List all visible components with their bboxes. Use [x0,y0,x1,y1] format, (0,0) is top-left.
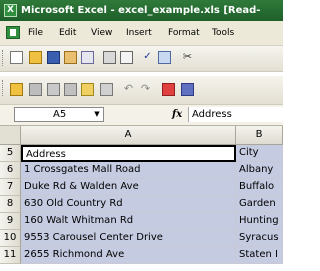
toolbar-grip[interactable] [2,50,6,66]
function-icon[interactable]: fx [172,107,182,122]
column-header-b[interactable]: B [236,126,283,145]
formula-input[interactable]: Address [188,107,283,122]
row-header[interactable]: 10 [0,230,21,247]
cell-a10[interactable]: 9553 Carousel Center Drive [21,230,236,247]
standard-toolbar: ✓ ✂ [0,46,283,72]
menu-tools[interactable]: Tools [212,26,234,40]
row-header[interactable]: 5 [0,145,21,162]
menu-file[interactable]: File [28,26,43,40]
email-icon[interactable] [81,51,94,64]
cell-b8[interactable]: Garden [236,196,283,213]
menu-format[interactable]: Format [168,26,200,40]
table-row: 5 Address City [0,145,283,162]
new-icon[interactable] [10,51,23,64]
folder-icon[interactable] [10,83,23,96]
title-bar: X Microsoft Excel - excel_example.xls [R… [0,0,283,21]
cell-b11[interactable]: Staten I [236,247,283,264]
cell-b10[interactable]: Syracus [236,230,283,247]
menu-view[interactable]: View [91,26,112,40]
formula-content: Address [192,109,232,120]
cell-b7[interactable]: Buffalo [236,179,283,196]
save-icon[interactable] [47,51,60,64]
menu-edit[interactable]: Edit [59,26,76,40]
row-header[interactable]: 7 [0,179,21,196]
menu-bar: File Edit View Insert Format Tools [0,21,283,46]
select-all-corner[interactable] [0,126,21,145]
connection-icon[interactable] [81,83,94,96]
cell-a6[interactable]: 1 Crossgates Mall Road [21,162,236,179]
permission-icon[interactable] [64,51,77,64]
table-row: 9 160 Walt Whitman Rd Hunting [0,213,283,230]
name-box-value: A5 [53,109,67,120]
window-title: Microsoft Excel - excel_example.xls [Rea… [21,5,261,16]
cut-icon[interactable]: ✂ [181,51,194,64]
spelling-icon[interactable]: ✓ [141,51,154,64]
table-row: 8 630 Old Country Rd Garden [0,196,283,213]
table-row: 6 1 Crossgates Mall Road Albany [0,162,283,179]
row-header[interactable]: 9 [0,213,21,230]
redo-icon[interactable]: ↷ [139,83,152,96]
undo-icon[interactable]: ↶ [122,83,135,96]
workbook-control-icon[interactable] [6,26,20,39]
table-row: 10 9553 Carousel Center Drive Syracus [0,230,283,247]
table-row: 11 2655 Richmond Ave Staten I [0,247,283,264]
cell-a7[interactable]: Duke Rd & Walden Ave [21,179,236,196]
cell-b9[interactable]: Hunting [236,213,283,230]
query-icon[interactable] [100,83,113,96]
table-row: 7 Duke Rd & Walden Ave Buffalo [0,179,283,196]
toolbar-grip-2[interactable] [2,80,6,96]
cell-a8[interactable]: 630 Old Country Rd [21,196,236,213]
excel-app-icon[interactable]: X [4,4,17,17]
name-box[interactable]: A5 ▼ [14,107,104,122]
excel-window: X Microsoft Excel - excel_example.xls [R… [0,0,283,271]
sheet-icon[interactable] [47,83,60,96]
formula-bar: A5 ▼ fx Address [0,105,283,126]
row-header[interactable]: 6 [0,162,21,179]
open-icon[interactable] [29,51,42,64]
print-preview-icon[interactable] [120,51,133,64]
research-icon[interactable] [158,51,171,64]
cell-a5[interactable]: Address [21,145,236,162]
chart-icon[interactable] [162,83,175,96]
workbook-icon[interactable] [29,83,42,96]
cell-a11[interactable]: 2655 Richmond Ave [21,247,236,264]
pivot-icon[interactable] [181,83,194,96]
secondary-toolbar: ↶ ↷ [0,76,283,105]
row-header[interactable]: 11 [0,247,21,264]
cell-a9[interactable]: 160 Walt Whitman Rd [21,213,236,230]
cell-b6[interactable]: Albany [236,162,283,179]
print-icon[interactable] [103,51,116,64]
row-header[interactable]: 8 [0,196,21,213]
cell-b5[interactable]: City [236,145,283,162]
chevron-down-icon[interactable]: ▼ [91,108,103,121]
range-icon[interactable] [64,83,77,96]
column-header-a[interactable]: A [21,126,236,145]
menu-insert[interactable]: Insert [126,26,152,40]
